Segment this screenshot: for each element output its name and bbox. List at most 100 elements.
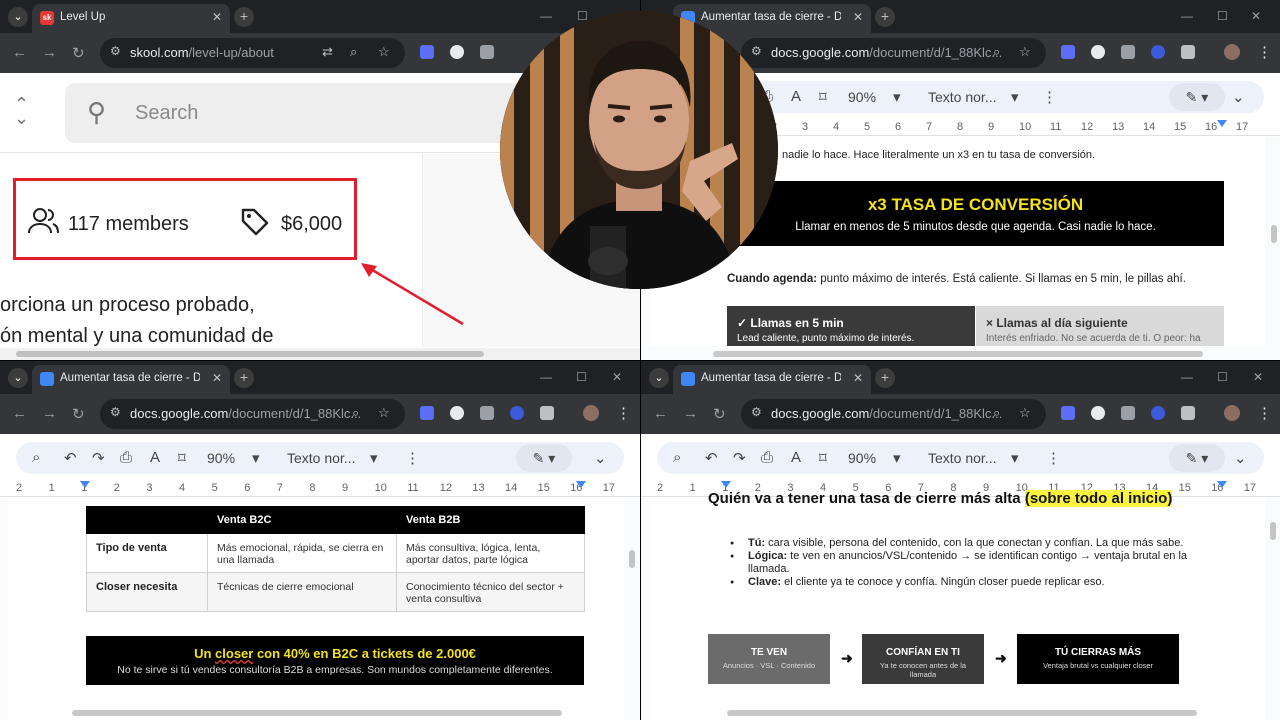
extension-icon[interactable] — [1151, 45, 1165, 59]
chevron-down-icon[interactable]: ▾ — [370, 449, 378, 467]
close-window-icon[interactable]: ✕ — [1253, 370, 1263, 384]
camera-extension-icon[interactable] — [480, 406, 494, 420]
maximize-icon[interactable]: ☐ — [1217, 9, 1228, 23]
avatar[interactable] — [583, 405, 599, 421]
more-vert-icon[interactable]: ⋮ — [616, 404, 631, 422]
camera-extension-icon[interactable] — [1121, 45, 1135, 59]
zoom-icon[interactable]: ⌕ — [350, 44, 357, 60]
extension-icon[interactable] — [1091, 406, 1105, 420]
paint-format-icon[interactable]: ⌑ — [819, 88, 827, 106]
editing-mode-button[interactable]: ✎ ▾ — [1169, 444, 1225, 472]
extension-icon[interactable] — [1061, 406, 1075, 420]
address-bar[interactable]: ⚙ docs.google.com/document/d/1_88Klc... … — [100, 399, 405, 429]
address-bar[interactable]: ⚙ docs.google.com/document/d/1_88Klc... … — [741, 38, 1046, 68]
spelling-flag-word[interactable]: closer — [215, 646, 253, 661]
indent-marker[interactable] — [721, 481, 731, 488]
camera-extension-icon[interactable] — [480, 45, 494, 59]
chevron-down-icon[interactable]: ▾ — [252, 449, 260, 467]
zoom-select[interactable]: 90% — [848, 450, 876, 466]
indent-marker[interactable] — [80, 481, 90, 488]
more-vert-icon[interactable]: ⋮ — [1257, 404, 1272, 422]
chevron-down-icon[interactable]: ▾ — [1011, 88, 1019, 106]
paint-format-icon[interactable]: ⌑ — [178, 449, 186, 467]
zoom-select[interactable]: 90% — [848, 89, 876, 105]
minimize-icon[interactable]: — — [1181, 370, 1193, 384]
redo-icon[interactable]: ↷ — [92, 449, 105, 467]
collapse-toolbar-icon[interactable]: ⌄ — [594, 449, 607, 467]
puzzle-icon[interactable] — [1181, 406, 1195, 420]
close-icon[interactable]: ✕ — [212, 371, 222, 385]
tab-docs[interactable]: Aumentar tasa de cierre - Docu ✕ — [32, 365, 230, 394]
spellcheck-icon[interactable]: A — [791, 88, 801, 105]
bookmark-star-icon[interactable]: ☆ — [378, 44, 390, 60]
new-tab-icon[interactable]: + — [875, 7, 895, 27]
site-info-icon[interactable]: ⚙ — [110, 405, 121, 419]
minimize-icon[interactable]: — — [540, 370, 552, 384]
style-select[interactable]: Texto nor... — [928, 89, 996, 105]
horizontal-scrollbar[interactable] — [727, 710, 1197, 716]
print-icon[interactable]: ⎙ — [120, 449, 132, 466]
tab-search-icon[interactable]: ⌄ — [8, 7, 28, 27]
undo-icon[interactable]: ↶ — [64, 449, 77, 467]
site-info-icon[interactable]: ⚙ — [751, 405, 762, 419]
horizontal-scrollbar[interactable] — [713, 351, 1203, 357]
site-info-icon[interactable]: ⚙ — [110, 44, 121, 58]
bookmark-star-icon[interactable]: ☆ — [1019, 405, 1031, 421]
back-icon[interactable]: ← — [12, 405, 27, 422]
site-info-icon[interactable]: ⚙ — [751, 44, 762, 58]
puzzle-icon[interactable] — [540, 406, 554, 420]
chevron-down-icon[interactable]: ▾ — [893, 449, 901, 467]
horizontal-scrollbar[interactable] — [0, 348, 640, 360]
bookmark-star-icon[interactable]: ☆ — [1019, 44, 1031, 60]
more-vert-icon[interactable]: ⋮ — [1042, 88, 1057, 106]
editing-mode-button[interactable]: ✎ ▾ — [1169, 83, 1225, 111]
paint-format-icon[interactable]: ⌑ — [819, 449, 827, 467]
chevron-down-icon[interactable]: ▾ — [893, 88, 901, 106]
tab-docs[interactable]: Aumentar tasa de cierre - Docu ✕ — [673, 365, 871, 394]
style-select[interactable]: Texto nor... — [287, 450, 355, 466]
more-vert-icon[interactable]: ⋮ — [405, 449, 420, 467]
minimize-icon[interactable]: — — [1181, 9, 1193, 23]
vertical-scrollbar[interactable] — [1271, 225, 1277, 243]
forward-icon[interactable]: → — [683, 405, 698, 422]
vertical-scrollbar[interactable] — [629, 550, 635, 568]
search-input[interactable]: ⚲ Search — [65, 83, 545, 143]
search-menus-icon[interactable]: ⌕ — [32, 449, 40, 466]
avatar[interactable] — [1224, 405, 1240, 421]
tab-search-icon[interactable]: ⌄ — [8, 368, 28, 388]
spellcheck-icon[interactable]: A — [791, 449, 801, 466]
more-vert-icon[interactable]: ⋮ — [1257, 43, 1272, 61]
back-icon[interactable]: ← — [12, 44, 27, 61]
reload-icon[interactable]: ↻ — [72, 44, 85, 62]
extension-icon[interactable] — [450, 45, 464, 59]
undo-icon[interactable]: ↶ — [705, 449, 718, 467]
indent-marker[interactable] — [1217, 120, 1227, 127]
scrollbar-thumb[interactable] — [16, 351, 484, 357]
extension-icon[interactable] — [1061, 45, 1075, 59]
extension-icon[interactable] — [450, 406, 464, 420]
chevron-down-icon[interactable]: ▾ — [1011, 449, 1019, 467]
extension-icon[interactable] — [420, 406, 434, 420]
extension-icon[interactable] — [510, 406, 524, 420]
group-switcher-icon[interactable]: ⌃ ⌄ — [14, 95, 29, 127]
close-window-icon[interactable]: ✕ — [1251, 9, 1261, 23]
close-icon[interactable]: ✕ — [212, 10, 222, 24]
indent-marker[interactable] — [1217, 481, 1227, 488]
zoom-icon[interactable]: ⌕ — [352, 405, 359, 421]
reload-icon[interactable]: ↻ — [713, 405, 726, 423]
translate-icon[interactable]: ⇄ — [322, 44, 333, 60]
close-window-icon[interactable]: ✕ — [612, 370, 622, 384]
extension-icon[interactable] — [1151, 406, 1165, 420]
collapse-toolbar-icon[interactable]: ⌄ — [1234, 449, 1247, 467]
more-vert-icon[interactable]: ⋮ — [1046, 449, 1061, 467]
forward-icon[interactable]: → — [42, 44, 57, 61]
search-menus-icon[interactable]: ⌕ — [673, 449, 681, 466]
puzzle-icon[interactable] — [1181, 45, 1195, 59]
style-select[interactable]: Texto nor... — [928, 450, 996, 466]
zoom-icon[interactable]: ⌕ — [993, 405, 1000, 421]
editing-mode-button[interactable]: ✎ ▾ — [516, 444, 572, 472]
extension-icon[interactable] — [1091, 45, 1105, 59]
back-icon[interactable]: ← — [653, 405, 668, 422]
tab-level-up[interactable]: sk Level Up ✕ — [32, 4, 230, 33]
zoom-icon[interactable]: ⌕ — [993, 44, 1000, 60]
